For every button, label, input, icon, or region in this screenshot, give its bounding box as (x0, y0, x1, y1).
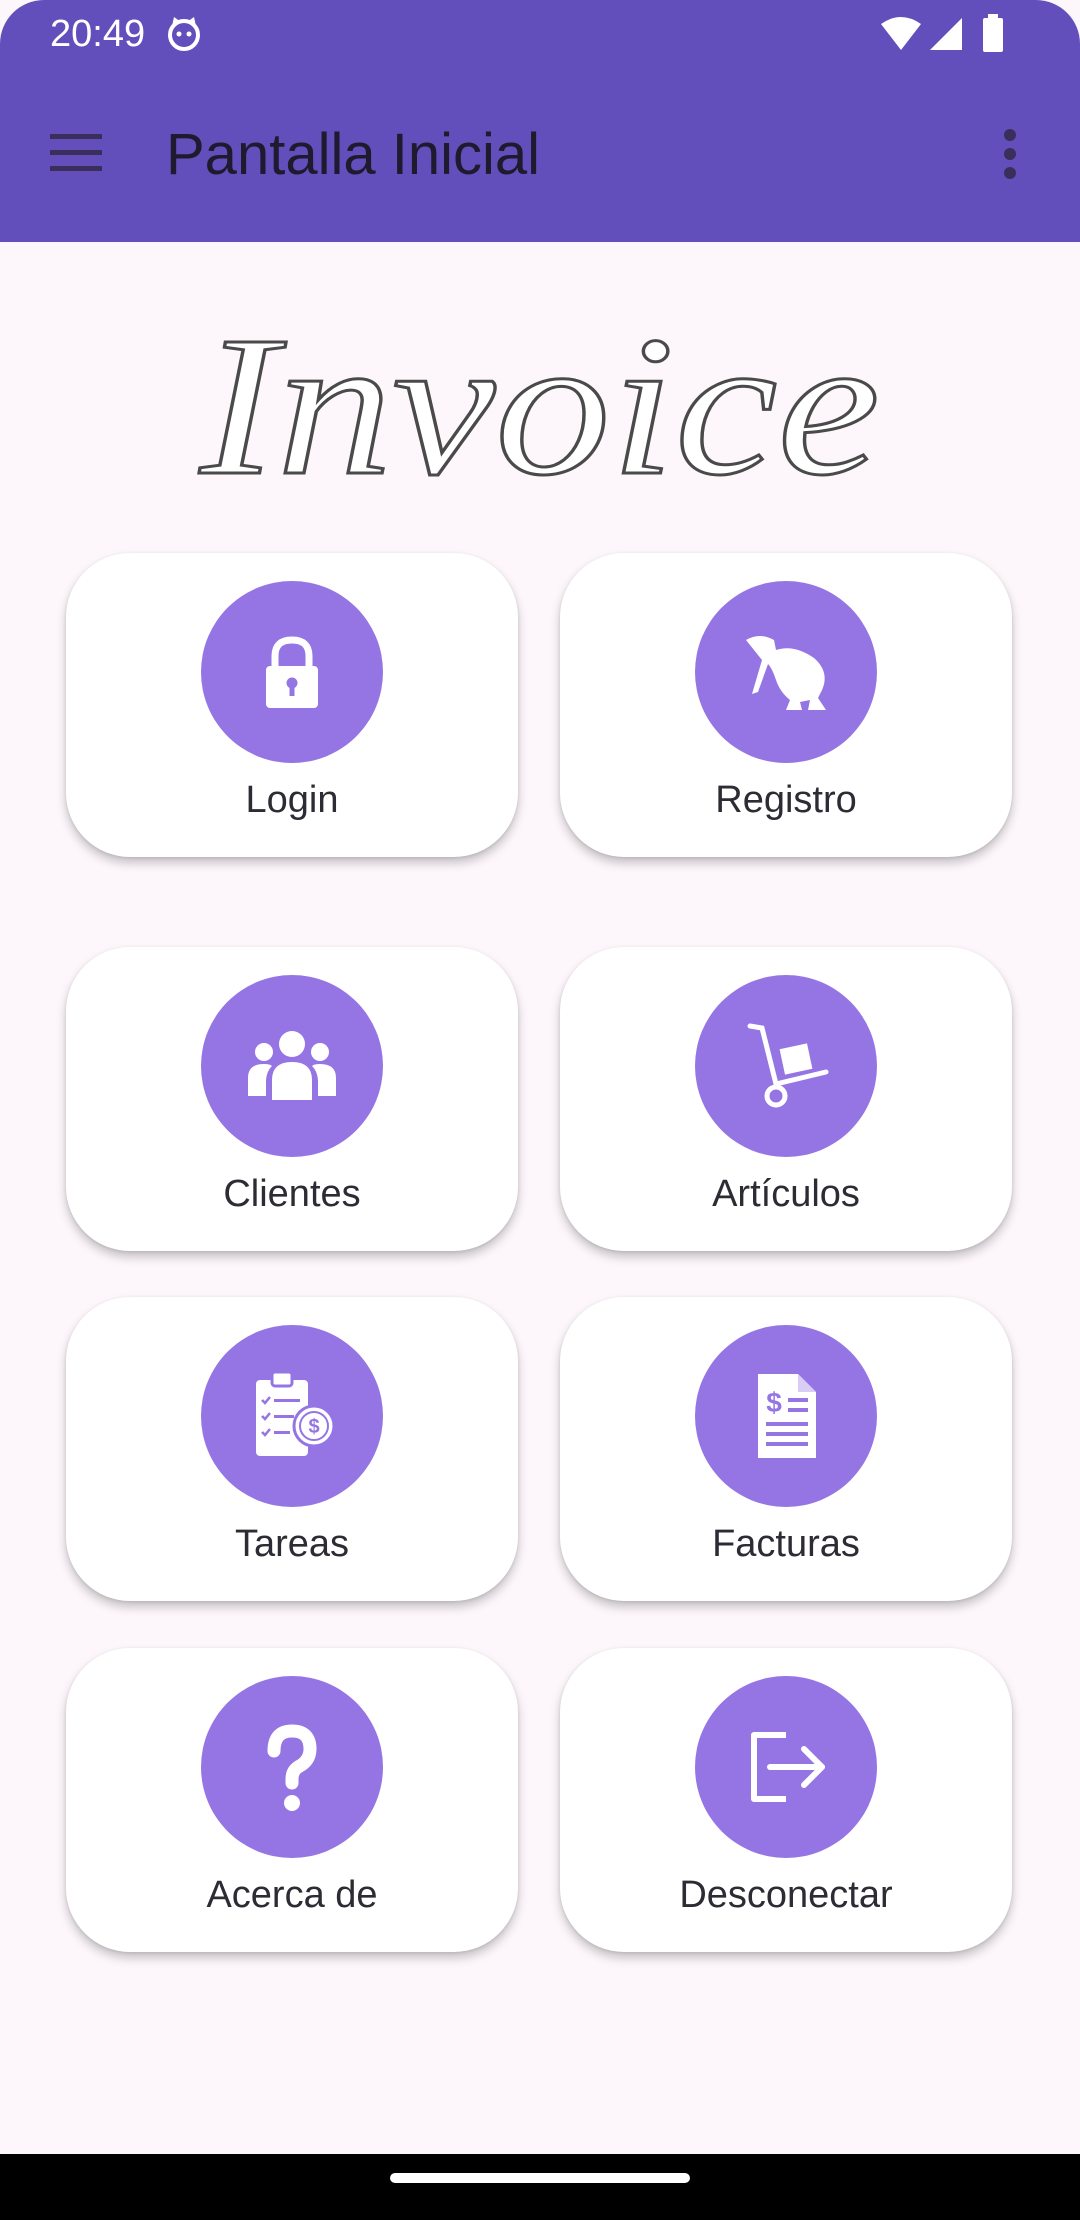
logout-icon (751, 1732, 825, 1802)
registro-tile[interactable]: Registro (560, 553, 1012, 857)
invoice-icon: $ (758, 1374, 816, 1458)
login-label: Login (245, 779, 339, 821)
facturas-tile[interactable]: $ Facturas (560, 1297, 1012, 1601)
acerca-de-icon-circle (201, 1676, 383, 1858)
tareas-label: Tareas (234, 1523, 350, 1565)
acerca-de-tile[interactable]: Acerca de (66, 1648, 518, 1952)
battery-icon (983, 14, 1003, 52)
facturas-label: Facturas (712, 1523, 860, 1565)
cat-notification-icon (168, 17, 200, 51)
desconectar-label: Desconectar (679, 1874, 893, 1916)
question-icon (267, 1724, 317, 1811)
svg-text:Invoice: Invoice (199, 296, 880, 488)
articulos-label: Artículos (712, 1173, 860, 1215)
desconectar-icon-circle (695, 1676, 877, 1858)
desconectar-tile[interactable]: Desconectar (560, 1648, 1012, 1952)
clientes-label: Clientes (223, 1173, 361, 1215)
app-bar: 20:49 Pantalla Inicial (0, 0, 1080, 242)
status-time: 20:49 (50, 13, 146, 55)
registro-label: Registro (715, 779, 857, 821)
articulos-icon-circle (695, 975, 877, 1157)
registro-icon-circle (695, 581, 877, 763)
svg-text:$: $ (308, 1416, 319, 1438)
facturas-icon-circle: $ (695, 1325, 877, 1507)
login-tile[interactable]: Login (66, 553, 518, 857)
clipboard-dollar-icon: $ (256, 1370, 336, 1456)
hamburger-menu-icon[interactable] (36, 118, 116, 188)
login-icon-circle (201, 581, 383, 763)
lock-icon (266, 636, 318, 708)
svg-text:$: $ (766, 1387, 782, 1418)
users-icon (248, 1031, 336, 1100)
invoice-logo: Invoice (197, 295, 881, 489)
clientes-icon-circle (201, 975, 383, 1157)
acerca-de-label: Acerca de (206, 1874, 378, 1916)
kiwi-bird-icon (746, 636, 826, 710)
tareas-icon-circle: $ (201, 1325, 383, 1507)
hand-truck-icon (747, 1023, 829, 1108)
page-title: Pantalla Inicial (166, 122, 540, 187)
articulos-tile[interactable]: Artículos (560, 947, 1012, 1251)
more-vert-icon[interactable] (990, 120, 1030, 190)
home-gesture-handle[interactable] (390, 2173, 690, 2183)
signal-icon (930, 18, 962, 50)
wifi-icon (881, 17, 921, 50)
clientes-tile[interactable]: Clientes (66, 947, 518, 1251)
tareas-tile[interactable]: $ Tareas (66, 1297, 518, 1601)
system-nav-bar (0, 2154, 1080, 2220)
